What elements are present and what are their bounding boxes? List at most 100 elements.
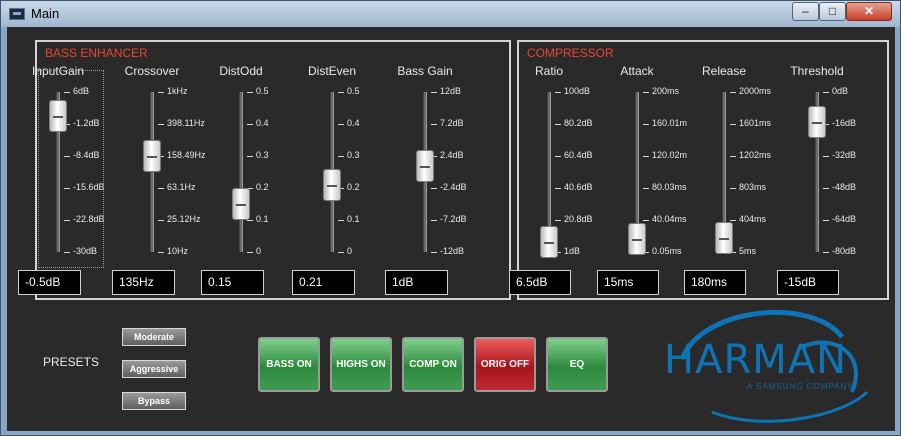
crossover-label: Crossover bbox=[124, 64, 180, 78]
orig-off-button[interactable]: ORIG OFF bbox=[474, 337, 536, 392]
window-title: Main bbox=[31, 6, 60, 21]
threshold-tick-label: -48dB bbox=[832, 182, 857, 192]
disteven-tick-label: 0.3 bbox=[347, 150, 360, 160]
logo-text: HARMAN bbox=[664, 337, 848, 383]
ratio-slider-thumb[interactable] bbox=[540, 226, 558, 259]
disteven-tick bbox=[338, 220, 344, 221]
attack-tick-label: 120.02m bbox=[652, 150, 688, 160]
ratio-tick bbox=[555, 188, 561, 189]
release-tick bbox=[730, 220, 736, 221]
distodd-label: DistOdd bbox=[219, 64, 263, 78]
threshold-slider-thumb[interactable] bbox=[808, 106, 826, 139]
disteven-label: DistEven bbox=[307, 64, 357, 78]
eq-button[interactable]: EQ bbox=[546, 337, 608, 392]
preset-moderate-button[interactable]: Moderate bbox=[122, 328, 186, 346]
crossover-tick bbox=[158, 92, 164, 93]
bass-gain-value-field[interactable]: 1dB bbox=[385, 270, 448, 295]
crossover-value-field[interactable]: 135Hz bbox=[112, 270, 175, 295]
inputgain-value-field[interactable]: -0.5dB bbox=[18, 270, 81, 295]
disteven-tick bbox=[338, 252, 344, 253]
preset-bypass-button[interactable]: Bypass bbox=[122, 392, 186, 410]
release-tick-label: 2000ms bbox=[739, 86, 772, 96]
threshold-tick bbox=[823, 220, 829, 221]
release-value-field[interactable]: 180ms bbox=[684, 270, 746, 295]
bass-gain-tick-label: -7.2dB bbox=[440, 214, 467, 224]
disteven-value-field[interactable]: 0.21 bbox=[292, 270, 355, 295]
distodd-tick-label: 0 bbox=[256, 246, 262, 256]
ratio-tick bbox=[555, 92, 561, 93]
threshold-tick bbox=[823, 92, 829, 93]
attack-value-field[interactable]: 15ms bbox=[597, 270, 659, 295]
comp-on-button[interactable]: COMP ON bbox=[402, 337, 464, 392]
harman-logo: HARMAN A SAMSUNG COMPANY bbox=[652, 297, 892, 427]
distodd-slider-track[interactable] bbox=[239, 92, 243, 252]
title-bar[interactable]: Main – □ ✕ bbox=[1, 1, 900, 27]
attack-slider-thumb[interactable] bbox=[628, 223, 646, 256]
distodd-tick bbox=[247, 252, 253, 253]
bass-gain-slider-thumb[interactable] bbox=[416, 149, 434, 182]
ratio-value-field[interactable]: 6.5dB bbox=[509, 270, 571, 295]
bass-gain-tick-label: -2.4dB bbox=[440, 182, 467, 192]
ratio-tick-label: 20.8dB bbox=[564, 214, 593, 224]
disteven-slider-thumb[interactable] bbox=[323, 168, 341, 201]
disteven-tick-label: 0.5 bbox=[347, 86, 360, 96]
distodd-slider-thumb[interactable] bbox=[232, 188, 250, 220]
threshold-tick-label: 0dB bbox=[832, 86, 849, 96]
close-icon: ✕ bbox=[863, 4, 875, 18]
minimize-button[interactable]: – bbox=[792, 2, 819, 21]
distodd-tick bbox=[247, 124, 253, 125]
threshold-value-field[interactable]: -15dB bbox=[777, 270, 839, 295]
bass-gain-tick bbox=[431, 92, 437, 93]
distodd-value-field[interactable]: 0.15 bbox=[201, 270, 264, 295]
bass-gain-tick-label: 12dB bbox=[440, 86, 462, 96]
ratio-tick-label: 1dB bbox=[564, 246, 581, 256]
disteven-tick-label: 0.4 bbox=[347, 118, 360, 128]
crossover-tick bbox=[158, 124, 164, 125]
preset-aggressive-button[interactable]: Aggressive bbox=[122, 360, 186, 378]
disteven-tick-label: 0 bbox=[347, 246, 353, 256]
distodd-tick-label: 0.4 bbox=[256, 118, 269, 128]
crossover-tick-label: 1kHz bbox=[167, 86, 188, 96]
bass-gain-tick-label: -12dB bbox=[440, 246, 465, 256]
disteven-tick-label: 0.2 bbox=[347, 182, 360, 192]
attack-tick-label: 40.04ms bbox=[652, 214, 687, 224]
threshold-tick bbox=[823, 252, 829, 253]
release-tick-label: 1202ms bbox=[739, 150, 772, 160]
threshold-tick bbox=[823, 156, 829, 157]
bass-gain-tick-label: 2.4dB bbox=[440, 150, 464, 160]
ratio-tick-label: 60.4dB bbox=[564, 150, 593, 160]
distodd-tick-label: 0.1 bbox=[256, 214, 269, 224]
maximize-icon: □ bbox=[828, 4, 837, 18]
input-gain-focus-rect bbox=[38, 70, 104, 268]
compressor-group: COMPRESSOR Ratio 100dB 80.2dB 60.4dB 40.6dB 2… bbox=[509, 40, 889, 300]
threshold-tick-label: -80dB bbox=[832, 246, 857, 256]
minimize-icon: – bbox=[802, 4, 809, 18]
release-tick-label: 5ms bbox=[739, 246, 757, 256]
ratio-tick-label: 80.2dB bbox=[564, 118, 593, 128]
bass-enhancer-group: BASS ENHANCER InputGain 6dB -1.2dB -8.4dB -1… bbox=[18, 40, 511, 300]
attack-label: Attack bbox=[620, 64, 654, 78]
distodd-tick bbox=[247, 220, 253, 221]
threshold-label: Threshold bbox=[790, 64, 844, 78]
bass-on-button[interactable]: BASS ON bbox=[258, 337, 320, 392]
disteven-tick bbox=[338, 92, 344, 93]
crossover-tick bbox=[158, 188, 164, 189]
highs-on-button[interactable]: HIGHS ON bbox=[330, 337, 392, 392]
presets-label: PRESETS bbox=[43, 355, 100, 369]
crossover-slider-track[interactable] bbox=[150, 92, 154, 252]
release-tick bbox=[730, 124, 736, 125]
release-slider-thumb[interactable] bbox=[715, 221, 733, 254]
ratio-tick bbox=[555, 124, 561, 125]
attack-tick-label: 200ms bbox=[652, 86, 680, 96]
bass-gain-tick bbox=[431, 124, 437, 125]
release-tick bbox=[730, 92, 736, 93]
crossover-slider-thumb[interactable] bbox=[143, 140, 161, 172]
bass-gain-tick bbox=[431, 220, 437, 221]
crossover-tick-label: 25.12Hz bbox=[167, 214, 201, 224]
logo-tagline: A SAMSUNG COMPANY bbox=[747, 382, 854, 391]
distodd-tick-label: 0.3 bbox=[256, 150, 269, 160]
maximize-button[interactable]: □ bbox=[819, 2, 846, 21]
client-area: BASS ENHANCER InputGain 6dB -1.2dB -8.4dB -1… bbox=[7, 27, 895, 431]
close-button[interactable]: ✕ bbox=[846, 2, 892, 21]
bass-gain-label: Bass Gain bbox=[397, 64, 453, 78]
